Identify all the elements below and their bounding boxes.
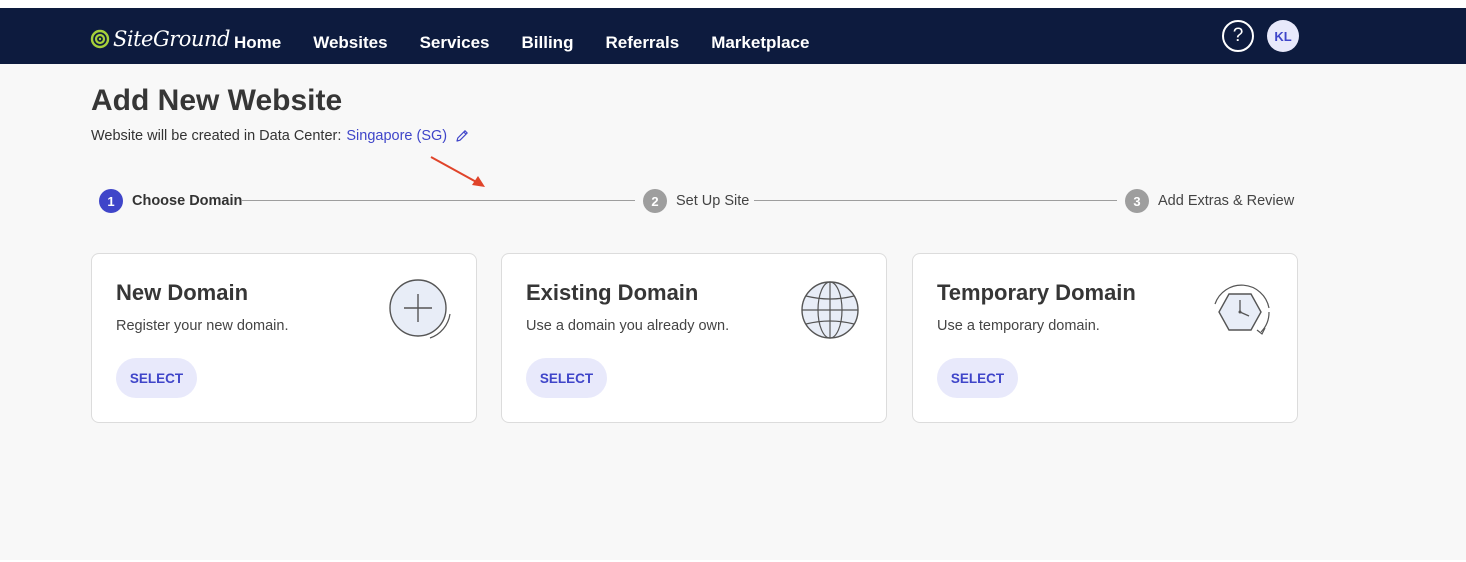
datacenter-info: Website will be created in Data Center: … bbox=[91, 128, 469, 144]
globe-icon bbox=[801, 281, 859, 339]
step-number: 3 bbox=[1125, 189, 1149, 213]
progress-stepper: 1 Choose Domain 2 Set Up Site 3 Add Extr… bbox=[99, 189, 1299, 215]
step-connector bbox=[754, 200, 1117, 201]
nav-billing[interactable]: Billing bbox=[522, 19, 574, 53]
plus-circle-icon bbox=[389, 279, 451, 339]
select-temporary-domain-button[interactable]: SELECT bbox=[937, 358, 1018, 398]
step-label: Choose Domain bbox=[132, 193, 243, 209]
step-label: Set Up Site bbox=[676, 193, 750, 209]
logo-text: SiteGround bbox=[113, 27, 230, 51]
help-button[interactable]: ? bbox=[1222, 20, 1254, 52]
step-number: 2 bbox=[643, 189, 667, 213]
step-number: 1 bbox=[99, 189, 123, 213]
clock-hexagon-icon bbox=[1214, 284, 1270, 335]
card-title: Existing Domain bbox=[526, 280, 699, 305]
card-description: Register your new domain. bbox=[116, 318, 289, 334]
siteground-logo-icon bbox=[90, 29, 110, 49]
nav-services[interactable]: Services bbox=[420, 19, 490, 53]
step-choose-domain: 1 Choose Domain bbox=[99, 189, 242, 213]
help-icon: ? bbox=[1232, 25, 1244, 46]
datacenter-link[interactable]: Singapore (SG) bbox=[346, 128, 447, 144]
nav-home[interactable]: Home bbox=[234, 19, 281, 53]
pencil-icon[interactable] bbox=[455, 129, 469, 143]
new-domain-card[interactable]: New Domain Register your new domain. SEL… bbox=[91, 253, 477, 423]
card-description: Use a temporary domain. bbox=[937, 318, 1100, 334]
user-avatar[interactable]: KL bbox=[1267, 20, 1299, 52]
nav-marketplace[interactable]: Marketplace bbox=[711, 19, 809, 53]
step-label: Add Extras & Review bbox=[1158, 193, 1295, 209]
step-connector bbox=[242, 200, 635, 201]
nav-websites[interactable]: Websites bbox=[313, 19, 387, 53]
existing-domain-card[interactable]: Existing Domain Use a domain you already… bbox=[501, 253, 887, 423]
card-title: Temporary Domain bbox=[937, 280, 1136, 305]
temporary-domain-card[interactable]: Temporary Domain Use a temporary domain.… bbox=[912, 253, 1298, 423]
main-content: Add New Website Website will be created … bbox=[0, 64, 1466, 560]
select-existing-domain-button[interactable]: SELECT bbox=[526, 358, 607, 398]
nav-referrals[interactable]: Referrals bbox=[605, 19, 679, 53]
step-add-extras: 3 Add Extras & Review bbox=[1125, 189, 1294, 213]
siteground-logo[interactable]: SiteGround bbox=[90, 25, 230, 53]
main-nav: Home Websites Services Billing Referrals… bbox=[234, 8, 841, 64]
page-title: Add New Website bbox=[91, 84, 343, 117]
annotation-arrow-icon bbox=[430, 156, 485, 187]
card-title: New Domain bbox=[116, 280, 249, 305]
select-new-domain-button[interactable]: SELECT bbox=[116, 358, 197, 398]
datacenter-prefix: Website will be created in Data Center: bbox=[91, 128, 342, 144]
step-set-up-site: 2 Set Up Site bbox=[643, 189, 749, 213]
top-navigation-bar: SiteGround Home Websites Services Billin… bbox=[0, 8, 1466, 64]
card-description: Use a domain you already own. bbox=[526, 318, 730, 334]
